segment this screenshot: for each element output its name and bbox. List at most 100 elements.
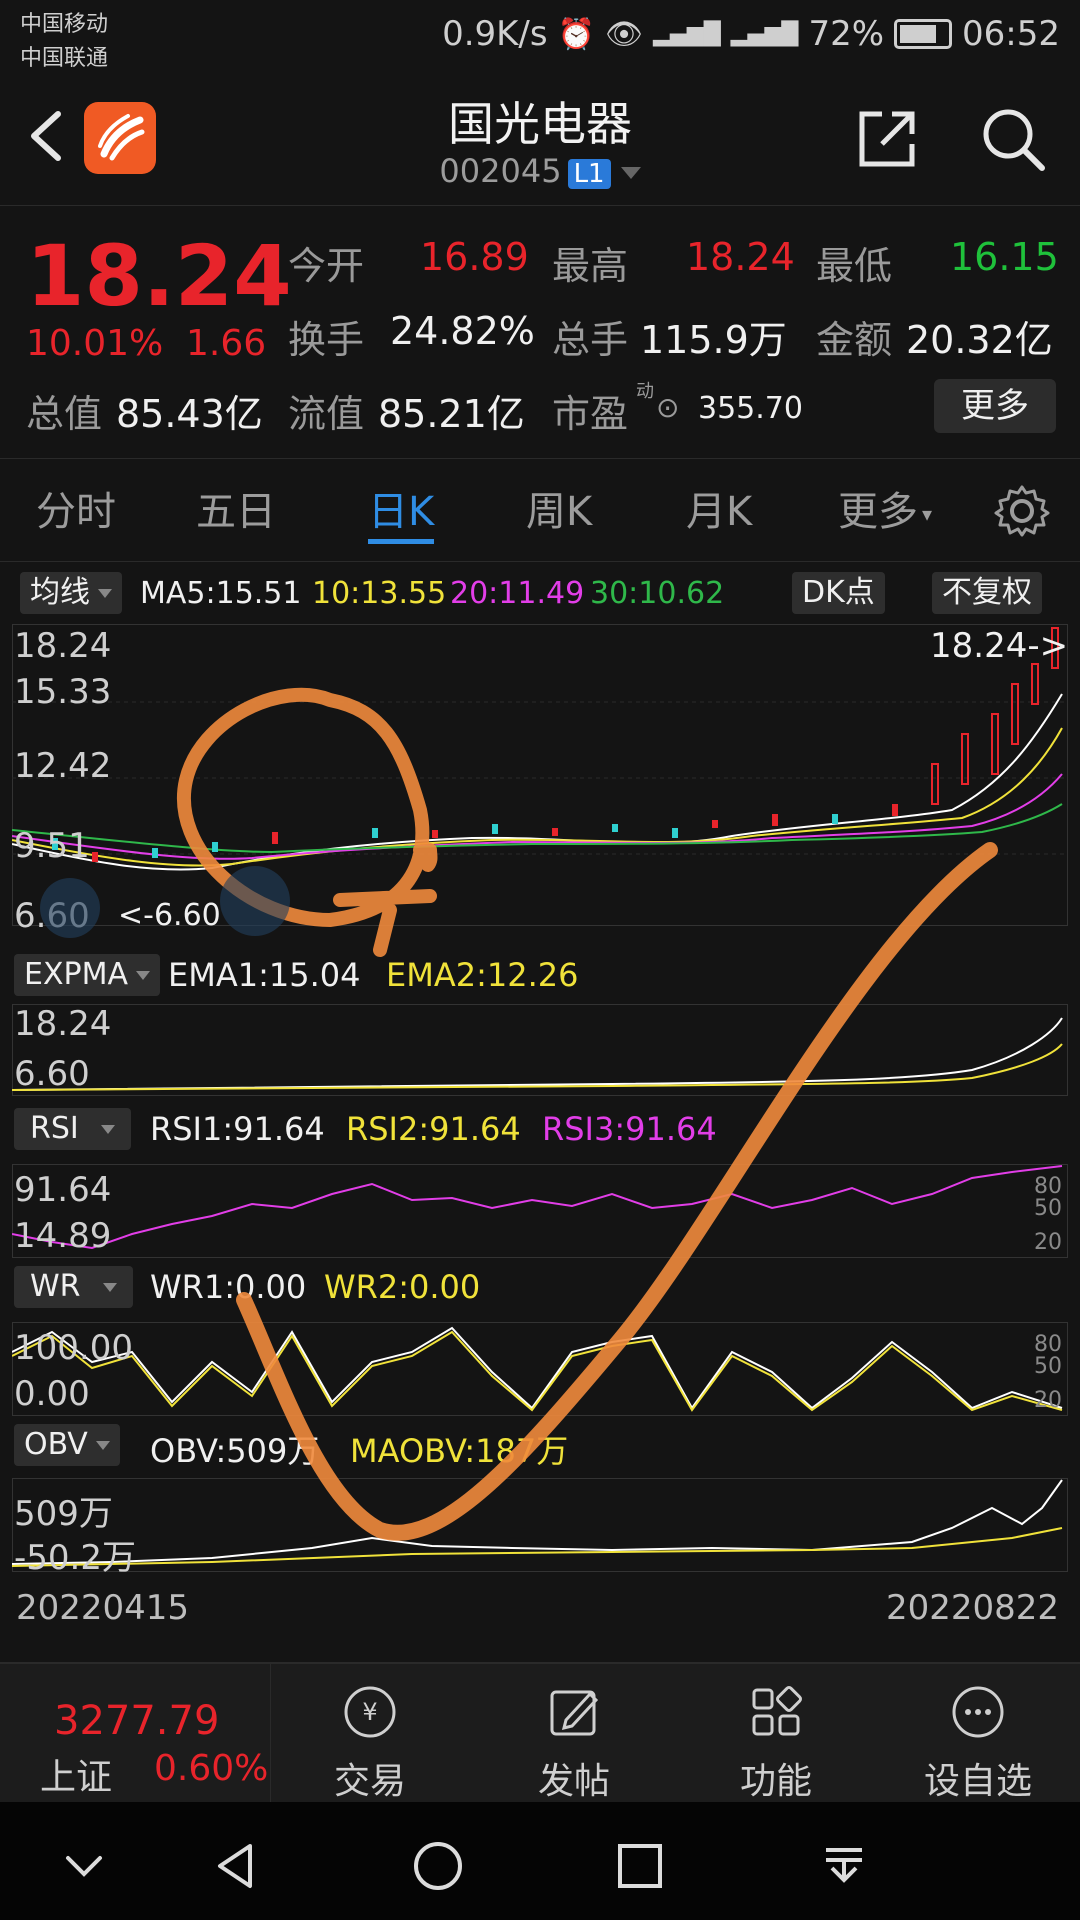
nav-watchlist-label: 设自选 xyxy=(923,1761,1032,1802)
info-icon[interactable]: ⊙ xyxy=(656,391,679,424)
more-quote-button[interactable]: 更多 xyxy=(934,379,1056,433)
nav-post[interactable]: 发帖 xyxy=(494,1682,654,1804)
tab-more[interactable]: 更多 ▾ xyxy=(838,479,932,537)
tab-intraday[interactable]: 分时 xyxy=(36,479,116,537)
nav-trade-label: 交易 xyxy=(333,1761,406,1802)
rsi-selector-label: RSI xyxy=(30,1111,79,1146)
float-cap-value: 85.21亿 xyxy=(378,392,525,436)
rsi-ref-20: 20 xyxy=(1034,1230,1062,1255)
wr-y-bottom: 0.00 xyxy=(14,1374,90,1414)
eye-icon: 👁 xyxy=(604,16,644,52)
battery-percent: 72% xyxy=(808,14,885,54)
ema2-value: EMA2:12.26 xyxy=(386,956,579,994)
kline-y-4: 9.51 xyxy=(14,826,90,866)
nav-post-label: 发帖 xyxy=(537,1761,610,1802)
obv-selector-label: OBV xyxy=(24,1427,88,1462)
change-percent: 10.01% xyxy=(26,323,164,364)
kline-y-top: 18.24 xyxy=(14,626,112,666)
tab-daily-k[interactable]: 日K xyxy=(368,479,434,537)
low-price-marker: <-6.60 xyxy=(118,898,221,933)
obv-value: OBV:509万 xyxy=(150,1432,320,1470)
back-triangle-icon[interactable] xyxy=(206,1836,266,1896)
home-circle-icon[interactable] xyxy=(408,1836,468,1896)
obv-selector[interactable]: OBV xyxy=(14,1424,120,1466)
ma-selector[interactable]: 均线 xyxy=(20,572,122,614)
carrier-2: 中国联通 xyxy=(20,46,109,71)
chevron-down-icon xyxy=(620,167,641,179)
pe-value: 355.70 xyxy=(698,391,803,426)
market-cap-label: 总值 xyxy=(26,392,103,436)
recents-square-icon[interactable] xyxy=(610,1836,670,1896)
low-label: 最低 xyxy=(816,244,893,288)
wr-selector[interactable]: WR xyxy=(14,1266,133,1308)
adjust-button[interactable]: 不复权 xyxy=(932,572,1042,614)
turnover-label: 换手 xyxy=(288,318,365,362)
rsi-y-bottom: 14.89 xyxy=(14,1216,112,1256)
ma20-value: 20:11.49 xyxy=(450,576,585,611)
stock-code: 002045 xyxy=(439,152,562,190)
expma-selector[interactable]: EXPMA xyxy=(14,954,161,996)
quote-panel: 18.24 10.01% 1.66 今开 16.89 最高 18.24 最低 1… xyxy=(0,205,1080,455)
open-value: 16.89 xyxy=(420,235,529,279)
ma30-value: 30:10.62 xyxy=(590,576,725,611)
system-nav-bar xyxy=(0,1802,1080,1920)
market-cap-value: 85.43亿 xyxy=(116,392,263,436)
rsi-ref-50: 50 xyxy=(1034,1196,1062,1221)
high-value: 18.24 xyxy=(686,235,795,279)
ema1-value: EMA1:15.04 xyxy=(168,956,361,994)
nav-functions[interactable]: 功能 xyxy=(696,1682,856,1804)
caret-down-icon: ▾ xyxy=(922,502,933,526)
chevron-down-icon xyxy=(98,589,112,598)
nav-trade[interactable]: ¥ 交易 xyxy=(290,1682,450,1804)
wr-ref-20: 20 xyxy=(1034,1388,1062,1413)
kline-y-3: 12.42 xyxy=(14,746,112,786)
maobv-value: MAOBV:187万 xyxy=(350,1432,569,1470)
tab-monthly-k[interactable]: 月K xyxy=(686,479,752,537)
expma-selector-label: EXPMA xyxy=(24,957,129,992)
carrier-1: 中国移动 xyxy=(20,12,109,37)
amount-value: 20.32亿 xyxy=(906,318,1053,362)
signal-icon: ▂▄▆█ xyxy=(653,21,721,47)
kline-chart xyxy=(12,627,1068,871)
candles xyxy=(52,627,1059,862)
nav-watchlist[interactable]: 设自选 xyxy=(898,1682,1058,1804)
open-label: 今开 xyxy=(288,244,365,288)
expma-y-top: 18.24 xyxy=(14,1004,112,1044)
pe-label: 市盈 xyxy=(552,392,629,436)
date-start: 20220415 xyxy=(16,1588,190,1628)
dk-point-button[interactable]: DK点 xyxy=(792,572,885,614)
trade-icon: ¥ xyxy=(344,1686,396,1738)
change-amount: 1.66 xyxy=(186,323,267,364)
turnover-value: 24.82% xyxy=(390,309,535,353)
obv-y-bottom: -50.2万 xyxy=(14,1538,136,1578)
status-icons: 0.9K/s ⏰ 👁 ▂▄▆█ ▂▄▆█ 72% 06:52 xyxy=(442,14,1060,54)
search-icon[interactable] xyxy=(978,104,1048,174)
expma-chart xyxy=(12,1017,1063,1091)
ma10-value: 10:13.55 xyxy=(312,576,447,611)
nav-functions-label: 功能 xyxy=(739,1761,812,1802)
rsi-selector[interactable]: RSI xyxy=(14,1108,131,1150)
volume-label: 总手 xyxy=(552,318,629,362)
amount-label: 金额 xyxy=(816,318,893,362)
rsi-chart xyxy=(12,1165,1063,1250)
ma5-value: MA5:15.51 xyxy=(140,576,302,611)
clock: 06:52 xyxy=(962,14,1060,54)
notification-pull-icon[interactable] xyxy=(814,1836,874,1896)
index-ticker[interactable]: 3277.79 上证 0.60% xyxy=(0,1664,271,1804)
chevron-down-icon[interactable] xyxy=(54,1836,114,1896)
tab-five-day[interactable]: 五日 xyxy=(196,479,276,537)
index-change: 0.60% xyxy=(154,1748,269,1789)
obv-chart xyxy=(12,1479,1063,1567)
grid-icon xyxy=(752,1686,802,1736)
chevron-down-icon xyxy=(136,971,151,980)
gear-icon[interactable] xyxy=(994,483,1050,539)
rsi2-value: RSI2:91.64 xyxy=(346,1110,521,1148)
chart-area[interactable]: 均线 MA5:15.51 10:13.55 20:11.49 30:10.62 … xyxy=(0,560,1080,1660)
alarm-icon: ⏰ xyxy=(557,16,595,52)
tab-more-label: 更多 xyxy=(838,489,918,535)
period-tabs: 分时 五日 日K 周K 月K 更多 ▾ xyxy=(0,458,1080,562)
chevron-down-icon xyxy=(102,1283,117,1292)
share-icon[interactable] xyxy=(852,104,922,174)
tab-weekly-k[interactable]: 周K xyxy=(526,479,592,537)
net-speed: 0.9K/s xyxy=(442,14,548,54)
